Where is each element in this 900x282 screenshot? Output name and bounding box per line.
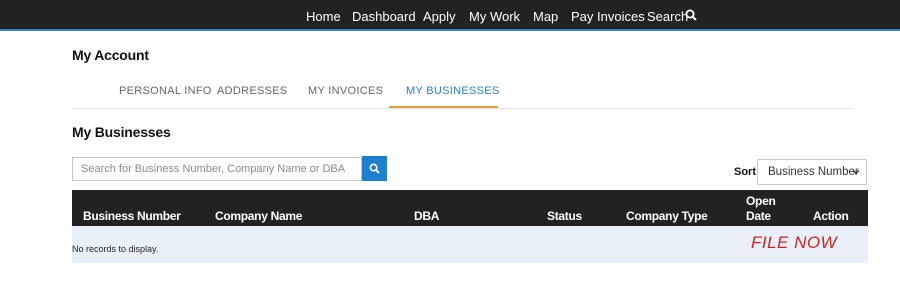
col-status[interactable]: Status — [547, 209, 582, 223]
account-tabs: PERSONAL INFO ADDRESSES MY INVOICES MY B… — [72, 76, 852, 109]
tab-my-businesses[interactable]: MY BUSINESSES — [406, 85, 500, 97]
nav-search[interactable]: Search — [647, 9, 688, 24]
top-nav: Home Dashboard Apply My Work Map Pay Inv… — [0, 0, 900, 31]
nav-home[interactable]: Home — [306, 9, 341, 24]
nav-my-work[interactable]: My Work — [469, 9, 520, 24]
col-business-number[interactable]: Business Number — [83, 209, 181, 223]
search-icon — [369, 163, 380, 174]
active-tab-indicator — [389, 106, 498, 108]
col-action: Action — [813, 209, 849, 223]
nav-apply[interactable]: Apply — [423, 9, 456, 24]
sort-label: Sort — [734, 166, 756, 178]
col-company-type[interactable]: Company Type — [626, 209, 708, 223]
nav-pay-invoices[interactable]: Pay Invoices — [571, 9, 645, 24]
businesses-title: My Businesses — [72, 124, 171, 140]
search-icon[interactable] — [685, 9, 697, 21]
table-header: Business Number Company Name DBA Status … — [72, 190, 868, 226]
tab-addresses[interactable]: ADDRESSES — [217, 85, 288, 97]
sort-select[interactable]: Business Number — [757, 159, 867, 185]
account-title: My Account — [72, 47, 149, 63]
col-company-name[interactable]: Company Name — [215, 209, 302, 223]
no-records-message: No records to display. — [72, 244, 159, 254]
sort-selected-value: Business Number — [768, 166, 859, 178]
nav-map[interactable]: Map — [533, 9, 558, 24]
tab-my-invoices[interactable]: MY INVOICES — [308, 85, 383, 97]
col-dba[interactable]: DBA — [414, 209, 439, 223]
col-open-date-line1[interactable]: Open — [746, 194, 776, 208]
tab-personal-info[interactable]: PERSONAL INFO — [119, 85, 212, 97]
search-button[interactable] — [362, 156, 387, 181]
business-search-input[interactable] — [72, 157, 362, 181]
chevron-down-icon — [852, 170, 860, 175]
file-now-link[interactable]: FILE NOW — [751, 233, 837, 253]
table-row: No records to display. FILE NOW — [72, 226, 868, 263]
nav-dashboard[interactable]: Dashboard — [352, 9, 416, 24]
col-open-date-line2[interactable]: Date — [746, 209, 771, 223]
